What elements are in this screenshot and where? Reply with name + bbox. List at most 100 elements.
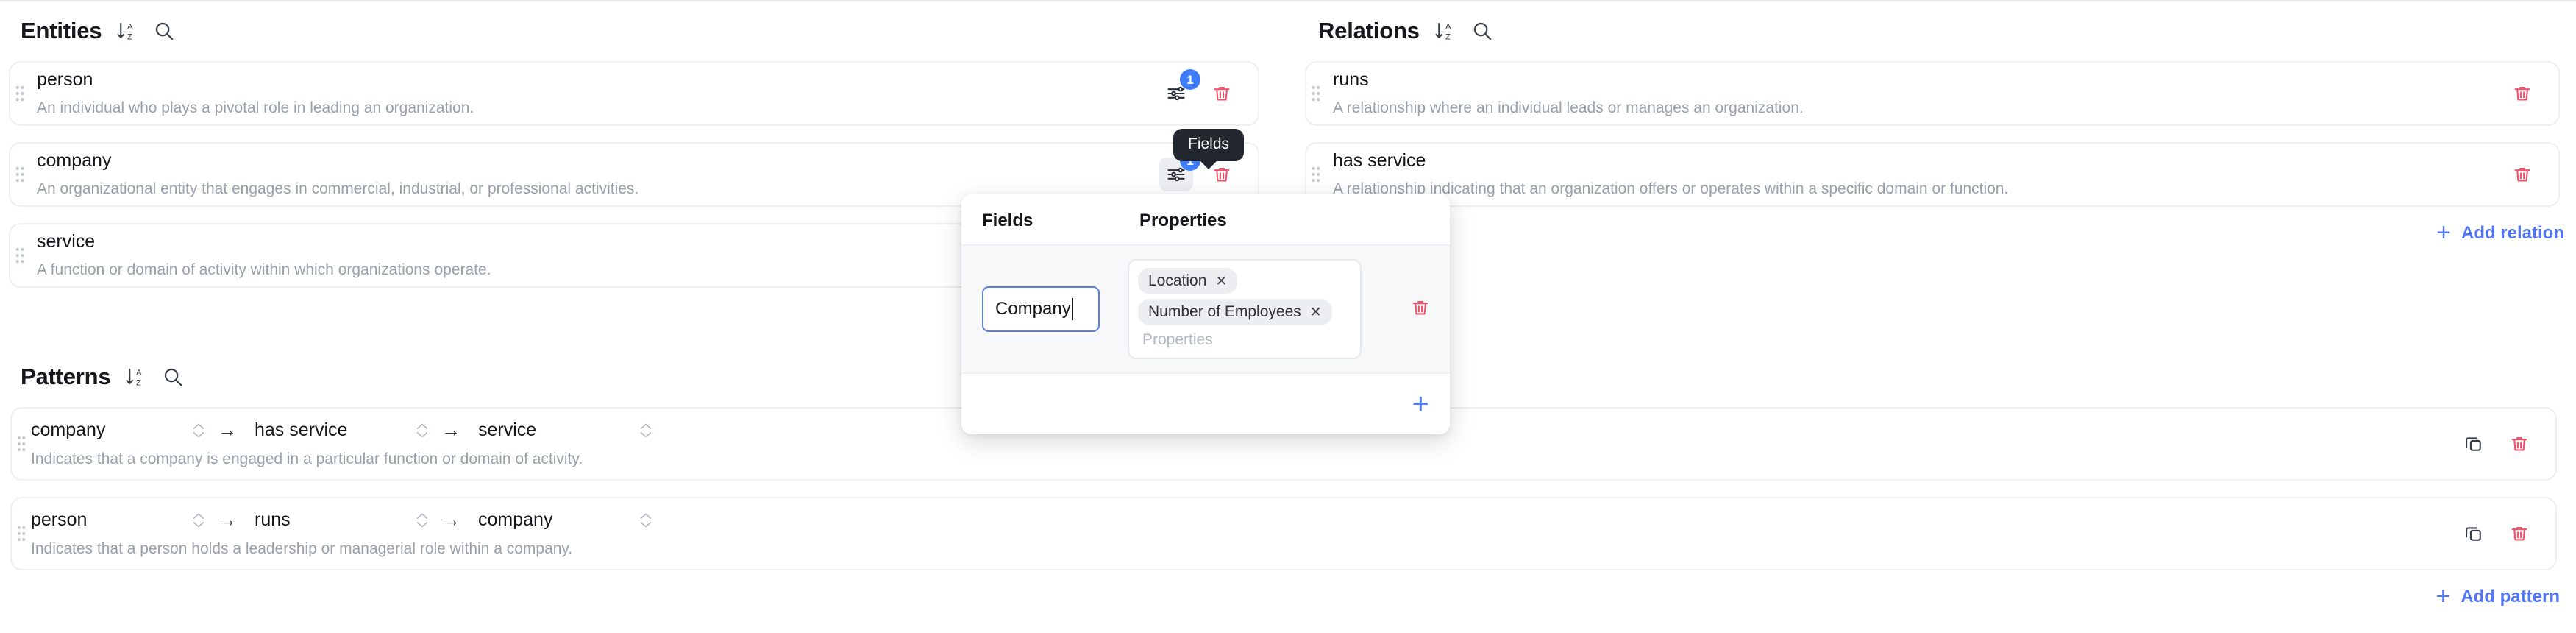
search-icon[interactable] xyxy=(1471,20,1493,42)
properties-input[interactable]: Location ✕ Number of Employees ✕ Propert… xyxy=(1128,259,1362,359)
fields-popover-row: Company Location ✕ Number of Employees ✕… xyxy=(961,246,1450,374)
entity-description: An organizational entity that engages in… xyxy=(37,180,639,197)
field-name-input[interactable]: Company xyxy=(982,286,1100,332)
pattern-row[interactable]: person → runs → company Indicates that a… xyxy=(10,497,2557,570)
pattern-object-select[interactable]: service xyxy=(478,420,655,441)
relations-header: Relations A Z xyxy=(1295,1,2576,44)
relation-row-has-service[interactable]: has service A relationship indicating th… xyxy=(1305,142,2560,207)
fields-count-badge: 1 xyxy=(1180,69,1200,90)
chevron-updown-icon xyxy=(640,423,652,438)
drag-handle-icon[interactable] xyxy=(10,84,29,103)
relation-row-runs[interactable]: runs A relationship where an individual … xyxy=(1305,61,2560,126)
svg-text:Z: Z xyxy=(1445,32,1451,41)
pattern-subject-label: person xyxy=(31,509,88,531)
field-name-value: Company xyxy=(995,299,1071,319)
svg-text:A: A xyxy=(127,23,133,32)
pattern-predicate-label: has service xyxy=(255,420,348,441)
add-field-button[interactable]: + xyxy=(1412,389,1429,419)
relation-text-block: has service A relationship indicating th… xyxy=(1333,151,2008,198)
entity-text-block: service A function or domain of activity… xyxy=(37,232,491,279)
entities-header: Entities A Z xyxy=(0,1,1280,44)
relation-name: has service xyxy=(1333,150,1426,171)
property-chip-label: Location xyxy=(1148,272,1207,289)
chevron-updown-icon xyxy=(193,423,204,438)
drag-handle-icon[interactable] xyxy=(12,524,31,543)
property-chip[interactable]: Number of Employees ✕ xyxy=(1138,299,1332,325)
sort-az-icon[interactable]: A Z xyxy=(125,366,147,388)
add-relation-button[interactable]: + Add relation xyxy=(2436,219,2564,247)
property-chip-label: Number of Employees xyxy=(1148,303,1301,320)
pattern-predicate-select[interactable]: runs xyxy=(255,509,431,531)
svg-text:A: A xyxy=(136,369,142,378)
delete-relation-button[interactable] xyxy=(2505,158,2539,191)
pattern-text-block: person → runs → company Indicates that a… xyxy=(31,509,655,558)
arrow-right-icon: → xyxy=(441,509,460,531)
search-icon[interactable] xyxy=(162,366,184,388)
fields-button[interactable]: 1 xyxy=(1159,150,1200,191)
entity-description: An individual who plays a pivotal role i… xyxy=(37,99,474,116)
relations-title: Relations xyxy=(1318,18,1420,43)
duplicate-pattern-button[interactable] xyxy=(2457,517,2491,551)
relation-description: A relationship where an individual leads… xyxy=(1333,99,1804,116)
patterns-title: Patterns xyxy=(21,364,111,389)
entity-text-block: company An organizational entity that en… xyxy=(37,151,638,198)
svg-text:Z: Z xyxy=(136,378,141,387)
entity-name: person xyxy=(37,69,93,91)
text-caret xyxy=(1071,298,1073,320)
drag-handle-icon[interactable] xyxy=(10,165,29,184)
entity-description: A function or domain of activity within … xyxy=(37,261,491,278)
fields-column-header: Fields xyxy=(982,211,1033,230)
relation-text-block: runs A relationship where an individual … xyxy=(1333,70,1804,117)
fields-popover-header: Fields Properties xyxy=(961,194,1450,246)
patterns-list: company → has service → service Indicate… xyxy=(0,407,2576,611)
fields-popover-footer: + xyxy=(961,374,1450,434)
pattern-object-label: service xyxy=(478,420,537,441)
arrow-right-icon: → xyxy=(218,419,237,442)
delete-relation-button[interactable] xyxy=(2505,77,2539,110)
pattern-subject-select[interactable]: company xyxy=(31,420,207,441)
delete-pattern-button[interactable] xyxy=(2502,427,2536,461)
pattern-actions xyxy=(2457,427,2555,461)
delete-pattern-button[interactable] xyxy=(2502,517,2536,551)
drag-handle-icon[interactable] xyxy=(10,246,29,265)
close-icon[interactable]: ✕ xyxy=(1215,273,1227,290)
close-icon[interactable]: ✕ xyxy=(1310,304,1322,321)
drag-handle-icon[interactable] xyxy=(12,434,31,453)
pattern-description: Indicates that a person holds a leadersh… xyxy=(31,540,573,558)
add-pattern-label: Add pattern xyxy=(2461,587,2560,607)
pattern-description: Indicates that a company is engaged in a… xyxy=(31,450,583,468)
pattern-triple: person → runs → company xyxy=(31,509,655,531)
add-pattern-button[interactable]: + Add pattern xyxy=(2436,582,2560,611)
pattern-predicate-select[interactable]: has service xyxy=(255,420,431,441)
duplicate-pattern-button[interactable] xyxy=(2457,427,2491,461)
plus-icon: + xyxy=(2436,219,2451,247)
svg-text:A: A xyxy=(1445,23,1451,32)
drag-handle-icon[interactable] xyxy=(1306,84,1326,103)
drag-handle-icon[interactable] xyxy=(1306,165,1326,184)
pattern-text-block: company → has service → service Indicate… xyxy=(31,419,655,468)
entity-name: company xyxy=(37,150,112,171)
property-chip[interactable]: Location ✕ xyxy=(1138,268,1238,294)
pattern-object-select[interactable]: company xyxy=(478,509,655,531)
entity-row-person[interactable]: person An individual who plays a pivotal… xyxy=(9,61,1259,126)
sort-az-icon[interactable]: A Z xyxy=(116,20,138,42)
relations-panel: Relations A Z runs A relationship where … xyxy=(1295,1,2576,247)
entities-title: Entities xyxy=(21,18,102,43)
fields-button[interactable]: 1 xyxy=(1159,69,1200,110)
properties-column-header: Properties xyxy=(1139,211,1227,230)
plus-icon: + xyxy=(2436,582,2451,611)
pattern-subject-select[interactable]: person xyxy=(31,509,207,531)
add-relation-row: + Add relation xyxy=(1295,219,2576,247)
add-relation-label: Add relation xyxy=(2461,223,2564,243)
pattern-object-label: company xyxy=(478,509,553,531)
chevron-updown-icon xyxy=(416,423,428,438)
pattern-subject-label: company xyxy=(31,420,106,441)
entity-text-block: person An individual who plays a pivotal… xyxy=(37,70,474,117)
fields-popover: Fields Properties Company Location ✕ Num… xyxy=(961,194,1450,434)
sort-az-icon[interactable]: A Z xyxy=(1434,20,1456,42)
delete-entity-button[interactable] xyxy=(1205,77,1239,110)
delete-field-button[interactable] xyxy=(1410,297,1435,322)
arrow-right-icon: → xyxy=(218,509,237,531)
search-icon[interactable] xyxy=(153,20,175,42)
arrow-right-icon: → xyxy=(441,419,460,442)
